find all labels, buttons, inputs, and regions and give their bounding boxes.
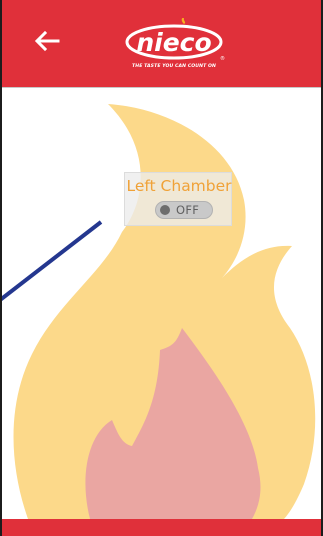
toggle-state-label: OFF xyxy=(176,203,200,217)
arrow-left-icon xyxy=(34,30,60,52)
chamber-view: Left Chamber OFF xyxy=(0,88,323,519)
probe-line xyxy=(0,220,103,302)
svg-text:®: ® xyxy=(220,55,225,62)
chamber-power-toggle[interactable]: OFF xyxy=(155,201,213,219)
chamber-label: Left Chamber xyxy=(126,177,232,195)
footer-bar xyxy=(0,519,323,536)
logo-tagline: THE TASTE YOU CAN COUNT ON xyxy=(132,64,216,69)
left-chamber-panel: Left Chamber OFF xyxy=(124,172,232,226)
svg-text:nieco: nieco xyxy=(136,28,211,57)
screen-edge-left xyxy=(0,0,2,536)
app-screen: nieco ® THE TASTE YOU CAN COUNT ON Left … xyxy=(0,0,323,536)
app-header: nieco ® THE TASTE YOU CAN COUNT ON xyxy=(0,0,323,88)
nieco-logo: nieco ® THE TASTE YOU CAN COUNT ON xyxy=(122,17,226,76)
back-button[interactable] xyxy=(30,24,64,58)
toggle-knob xyxy=(160,205,170,215)
